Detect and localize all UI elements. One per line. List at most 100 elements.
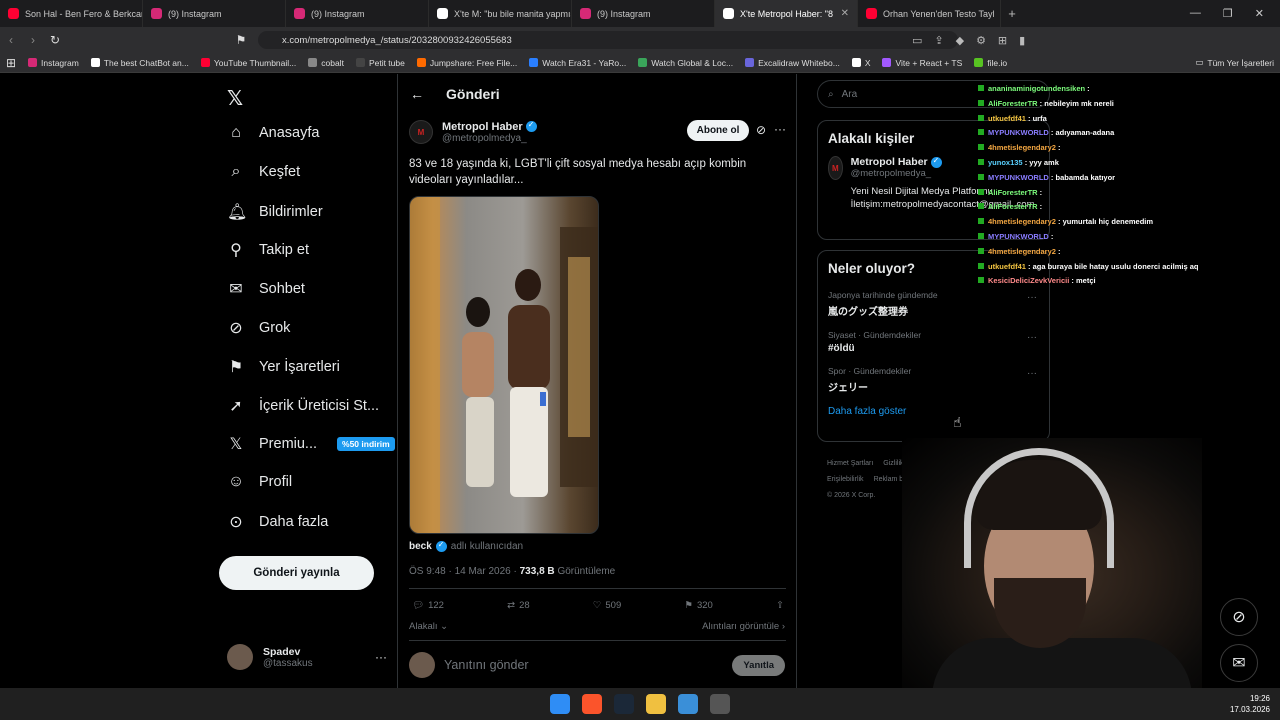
nav-item[interactable]: ⌂ Anasayfa <box>227 124 319 142</box>
close-window-icon[interactable]: ✕ <box>1255 7 1264 20</box>
system-clock[interactable]: 19:26 17.03.2026 <box>1230 693 1270 715</box>
bookmark-item[interactable]: Watch Global & Loc... <box>632 58 739 68</box>
brave-browser-icon[interactable] <box>582 694 602 714</box>
browser-tab[interactable]: (9) Instagram <box>143 0 286 27</box>
browser-tab[interactable]: X'te Metropol Haber: "8 ✕ <box>715 0 858 27</box>
post-time[interactable]: ÖS 9:48 · 14 Mar 2026 · <box>409 566 517 577</box>
chat-message: yunox135 : yyy amk <box>978 156 1278 171</box>
author-avatar[interactable]: M <box>828 156 843 180</box>
bookmark-item[interactable]: cobalt <box>302 58 350 68</box>
bookmark-item[interactable]: Jumpshare: Free File... <box>411 58 523 68</box>
nav-item[interactable]: ✉ Sohbet <box>227 279 305 299</box>
browser-tab[interactable]: Orhan Yenen'den Testo Tayl <box>858 0 1001 27</box>
footer-link[interactable]: Hizmet Şartları <box>827 460 873 467</box>
nav-item[interactable]: ⊘ Grok <box>227 318 290 338</box>
start-icon[interactable] <box>550 694 570 714</box>
forward-icon[interactable]: › <box>22 33 44 47</box>
view-quotes-link[interactable]: Alıntıları görüntüle › <box>702 621 785 632</box>
browser-tab[interactable]: Son Hal - Ben Fero & Berkcan <box>0 0 143 27</box>
nav-item[interactable]: ☺ Profil <box>227 473 292 491</box>
messages-fab-button[interactable]: ✉ <box>1220 644 1258 682</box>
nav-item[interactable]: 🔔︎ Bildirimler <box>227 202 323 222</box>
repost-button[interactable]: ⇄ 28 <box>507 600 530 611</box>
reply-input[interactable]: Yanıtını gönder <box>444 658 529 672</box>
like-button[interactable]: ♡ 509 <box>593 600 621 611</box>
bookmark-item[interactable]: Excalidraw Whitebo... <box>739 58 846 68</box>
divider <box>409 588 786 589</box>
chat-text: babamda katıyor <box>1055 172 1116 182</box>
apps-grid-icon[interactable]: ⊞ <box>0 56 22 70</box>
nav-item[interactable]: ⊙ Daha fazla <box>227 512 328 532</box>
bookmark-item[interactable]: Vite + React + TS <box>876 58 968 68</box>
back-arrow-icon[interactable]: ← <box>410 86 424 102</box>
back-icon[interactable]: ‹ <box>0 33 22 47</box>
trend-item[interactable]: Siyaset · Gündemdekiler #öldü ··· <box>818 326 1049 362</box>
post-button[interactable]: Gönderi yayınla <box>219 556 374 590</box>
more-dots-icon[interactable]: ··· <box>1027 368 1037 379</box>
chat-message: MYPUNKWORLD : babamda katıyor <box>978 171 1278 186</box>
author-avatar[interactable]: M <box>409 120 433 144</box>
bookmark-page-icon[interactable]: ⚑ <box>230 33 252 47</box>
source-name[interactable]: beck <box>409 541 432 552</box>
post-author[interactable]: M Metropol Haber @metropolmedya_ <box>409 120 537 144</box>
maximize-icon[interactable]: ❐ <box>1223 7 1233 20</box>
author-name[interactable]: Metropol Haber <box>442 121 523 133</box>
bookmark-label: cobalt <box>321 57 344 68</box>
browser-tab[interactable]: (9) Instagram <box>286 0 429 27</box>
url-text: x.com/metropolmedya_/status/203280093242… <box>282 34 512 46</box>
footer-link[interactable]: Erişilebilirlik <box>827 476 864 483</box>
bookmark-item[interactable]: Instagram <box>22 58 85 68</box>
grok-icon[interactable]: ⊘ <box>756 123 766 137</box>
show-more-link[interactable]: Daha fazla göster <box>818 402 1049 429</box>
share-button[interactable]: ⇪ <box>776 600 784 611</box>
nav-item-label: İçerik Üreticisi St... <box>259 397 380 414</box>
monitor-icon[interactable] <box>678 694 698 714</box>
trend-item[interactable]: Japonya tarihinde gündemde 嵐のグッズ整理券 ··· <box>818 286 1049 326</box>
nav-item[interactable]: ➚ İçerik Üreticisi St... <box>227 396 379 416</box>
reply-button[interactable]: 💬︎ 122 <box>412 600 444 611</box>
follow-button[interactable]: Abone ol <box>687 120 749 141</box>
chat-text: urfa <box>1032 113 1047 123</box>
grok-icon: ⊘ <box>1232 609 1246 626</box>
address-bar-row: ‹ › ↻ ⚑ x.com/metropolmedya_/status/2032… <box>0 27 1280 53</box>
grok-fab-button[interactable]: ⊘ <box>1220 598 1258 636</box>
steam-icon[interactable] <box>614 694 634 714</box>
close-tab-icon[interactable]: ✕ <box>841 8 849 19</box>
more-dots-icon[interactable]: ··· <box>1027 292 1037 303</box>
extensions-icons[interactable]: ▭⇪◆⚙⊞▮ <box>912 34 1037 47</box>
chat-badge-icon <box>978 277 984 284</box>
bookmark-item[interactable]: Petit tube <box>350 58 411 68</box>
nav-item[interactable]: ⚑ Yer İşaretleri <box>227 357 340 377</box>
app-icon[interactable] <box>710 694 730 714</box>
more-dots-icon[interactable]: ··· <box>375 650 387 664</box>
footer-link[interactable]: © 2026 X Corp. <box>827 492 875 499</box>
all-bookmarks-folder[interactable]: ▭ Tüm Yer İşaretleri <box>1189 57 1280 68</box>
more-dots-icon[interactable]: ··· <box>1027 332 1037 343</box>
post-video[interactable] <box>409 196 599 534</box>
reload-icon[interactable]: ↻ <box>44 33 66 47</box>
nav-item[interactable]: ⌕ Keşfet <box>227 163 301 181</box>
sort-dropdown[interactable]: Alakalı ⌄ <box>409 621 448 632</box>
browser-tab[interactable]: (9) Instagram <box>572 0 715 27</box>
new-tab-icon[interactable]: + <box>1001 6 1023 21</box>
bookmark-item[interactable]: Watch Era31 - YaRo... <box>523 58 632 68</box>
bookmark-item[interactable]: YouTube Thumbnail... <box>195 58 302 68</box>
trend-item[interactable]: Spor · Gündemdekiler ジェリー ··· <box>818 362 1049 402</box>
bookmark-label: X <box>864 57 871 68</box>
nav-item[interactable]: 𝕏 Premiu... %50 indirim <box>227 434 395 454</box>
url-input[interactable]: x.com/metropolmedya_/status/203280093242… <box>258 31 958 49</box>
reply-submit-button[interactable]: Yanıtla <box>732 654 785 676</box>
more-dots-icon[interactable]: ··· <box>774 122 786 136</box>
bookmark-item[interactable]: X <box>846 58 877 68</box>
bookmark-item[interactable]: file.io <box>968 58 1013 68</box>
tab-label: Orhan Yenen'den Testo Tayl <box>883 8 995 19</box>
minimize-icon[interactable]: — <box>1190 7 1201 20</box>
file-explorer-icon[interactable] <box>646 694 666 714</box>
nav-item-label: Sohbet <box>259 281 305 298</box>
account-switcher[interactable]: Spadev @tassakus ··· <box>227 644 387 670</box>
nav-item[interactable]: ⚲ Takip et <box>227 240 309 260</box>
bookmark-item[interactable]: The best ChatBot an... <box>85 58 195 68</box>
browser-tab[interactable]: X'te M: "bu bile manita yapmış <box>429 0 572 27</box>
x-logo-icon[interactable]: 𝕏 <box>227 86 243 111</box>
bookmark-button[interactable]: ⚑ 320 <box>684 600 712 611</box>
